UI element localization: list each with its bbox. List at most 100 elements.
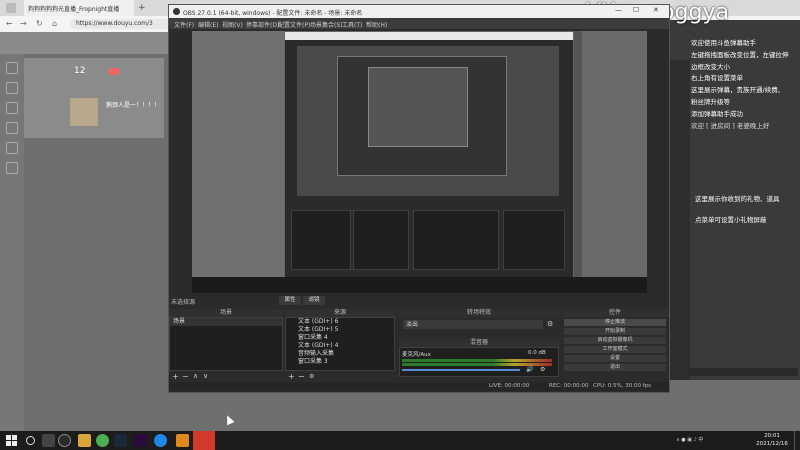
scenes-dock-title: 场景	[169, 309, 283, 317]
remove-source-icon[interactable]: −	[298, 372, 305, 381]
tray-chevron-icon[interactable]: ∧	[676, 437, 680, 443]
move-down-icon[interactable]: ∨	[203, 372, 208, 380]
source-item[interactable]: 文本 (GDI+) 6	[286, 318, 394, 326]
browser-menu-icon[interactable]	[6, 3, 16, 13]
properties-button[interactable]: 属性	[279, 296, 301, 305]
source-label: 音频输入采集	[298, 350, 335, 357]
browser-tab-label: 狗狗狗狗狗光直播_Fropnight直播	[28, 6, 120, 13]
menu-tools[interactable]: 工具(T)	[339, 18, 365, 29]
speaker-icon[interactable]: 🔊	[526, 366, 533, 373]
source-item[interactable]: 文本 (GDI+) 5	[286, 326, 394, 334]
reload-icon[interactable]: ↻	[36, 19, 43, 28]
source-item[interactable]: 窗口采集 3	[286, 358, 394, 366]
edge-icon[interactable]	[154, 434, 167, 447]
move-up-icon[interactable]: ∧	[193, 372, 198, 380]
mixer-db-value: 0.0 dB	[528, 350, 546, 356]
clock-time: 20:01	[764, 433, 780, 439]
menu-help[interactable]: 帮助(H)	[363, 18, 390, 29]
browser-tab-active[interactable]: 狗狗狗狗狗光直播_Fropnight直播	[24, 0, 134, 16]
settings-button[interactable]: 设置	[564, 355, 666, 362]
menu-file[interactable]: 文件(F)	[171, 18, 197, 29]
sidebar-icon[interactable]	[6, 142, 18, 154]
obs-logo-icon	[173, 8, 180, 15]
follower-count: 12	[74, 66, 86, 76]
volume-icon[interactable]: ♪	[694, 437, 697, 443]
forward-icon[interactable]: →	[20, 19, 27, 28]
sidebar-icon[interactable]	[6, 82, 18, 94]
sidebar-icon[interactable]	[6, 122, 18, 134]
source-item[interactable]: 文本 (GDI+) 4	[286, 342, 394, 350]
file-explorer-icon[interactable]	[78, 434, 91, 447]
overlay-welcome: 欢迎 [ 进房间 ] 老婆晚上好	[691, 121, 770, 130]
chrome-icon[interactable]	[96, 434, 109, 447]
nested-scenes	[291, 210, 351, 270]
obs-docks: 未选择源 属性 滤镜 场景 场景 + − ∧ ∨ 来源 文本 (GDI+) 6 …	[169, 295, 669, 392]
overlay-line: 欢迎使用斗鱼弹幕助手	[691, 39, 756, 47]
overlay-line: 这里展示弹幕，贵族开通/续费、	[691, 86, 785, 95]
system-tray[interactable]: ∧ ● ▣ ♪ 中	[676, 436, 736, 445]
add-source-icon[interactable]: +	[288, 372, 295, 381]
menu-edit[interactable]: 编辑(E)	[195, 18, 221, 29]
source-item[interactable]: 音频输入采集	[286, 350, 394, 358]
mixer-dock: 混音器 麦克风/Aux 0.0 dB 🔊 ⚙	[399, 339, 559, 381]
premiere-icon[interactable]	[134, 434, 147, 447]
source-item[interactable]: 窗口采集 4	[286, 334, 394, 342]
tray-icon[interactable]: ●	[681, 437, 685, 443]
overlay-line: 右上角有设置菜单	[691, 74, 743, 83]
search-icon[interactable]	[26, 436, 35, 445]
volume-slider[interactable]	[402, 369, 520, 371]
transition-select[interactable]: 淡出	[403, 320, 543, 329]
add-scene-icon[interactable]: +	[172, 372, 179, 381]
maximize-icon[interactable]: ☐	[633, 6, 639, 14]
sources-dock-title: 来源	[285, 309, 395, 317]
home-icon[interactable]: ⌂	[52, 19, 57, 28]
ime-icon[interactable]: 中	[698, 437, 703, 443]
sources-list: 文本 (GDI+) 6 文本 (GDI+) 5 窗口采集 4 文本 (GDI+)…	[285, 317, 395, 371]
avatar[interactable]	[70, 98, 98, 126]
source-settings-icon[interactable]: ⚙	[309, 373, 314, 380]
taskbar-clock[interactable]: 20:01 2021/12/16	[746, 432, 798, 449]
properties-label: 属性	[284, 297, 296, 303]
scene-item[interactable]: 场景	[170, 318, 282, 326]
no-source-label: 未选择源	[171, 299, 196, 306]
start-recording-button[interactable]: 开始录制	[564, 328, 666, 335]
live-timer: LIVE: 00:00:00	[489, 383, 530, 389]
source-label: 窗口采集 3	[298, 358, 328, 365]
start-virtual-camera-button[interactable]: 启动虚拟摄像机	[564, 337, 666, 344]
new-tab-icon[interactable]: +	[138, 3, 148, 13]
sidebar-icon[interactable]	[6, 162, 18, 174]
mixer-settings-icon[interactable]: ⚙	[540, 366, 545, 373]
transition-settings-icon[interactable]: ⚙	[547, 320, 553, 328]
mixer-panel: 麦克风/Aux 0.0 dB 🔊 ⚙	[399, 347, 559, 377]
obs-menubar: 文件(F) 编辑(E) 视图(V) 停靠部件(D) 配置文件(P) 场景集合(S…	[169, 18, 669, 29]
menu-view[interactable]: 视图(V)	[219, 18, 246, 29]
remove-scene-icon[interactable]: −	[182, 372, 189, 381]
network-icon[interactable]: ▣	[687, 437, 692, 443]
steam-icon[interactable]	[114, 434, 127, 447]
app-icon[interactable]	[176, 434, 189, 447]
transitions-dock-title: 转场特效	[399, 309, 559, 317]
overlay-line: 边框改变大小	[691, 62, 730, 71]
netease-music-icon[interactable]	[193, 431, 215, 450]
obs-status-bar: LIVE: 00:00:00 REC: 00:00:00 CPU: 0.5%, …	[169, 382, 669, 391]
sidebar-icon[interactable]	[6, 102, 18, 114]
url-text: https://www.douyu.com/3	[76, 20, 153, 27]
minimize-icon[interactable]: —	[615, 6, 622, 14]
windows-start-icon[interactable]	[6, 435, 17, 446]
nested-titlebar	[285, 32, 573, 40]
filters-button[interactable]: 滤镜	[303, 296, 325, 305]
back-icon[interactable]: ←	[6, 19, 13, 28]
stop-streaming-button[interactable]: 停止推流	[564, 319, 666, 326]
exit-button[interactable]: 退出	[564, 364, 666, 371]
toggle-switch[interactable]	[108, 68, 120, 75]
obs-preview[interactable]	[192, 31, 647, 293]
nested-sources	[353, 210, 409, 270]
studio-mode-button[interactable]: 工作室模式	[564, 346, 666, 353]
obs-taskbar-icon[interactable]	[58, 434, 71, 447]
sidebar-icon[interactable]	[6, 62, 18, 74]
task-view-icon[interactable]	[42, 434, 55, 447]
close-icon[interactable]: ✕	[653, 6, 659, 14]
windows-taskbar: ∧ ● ▣ ♪ 中	[0, 431, 800, 450]
source-label: 文本 (GDI+) 5	[298, 326, 339, 333]
streamer-name[interactable]: 鹅颈人是一！！！！	[106, 100, 160, 109]
